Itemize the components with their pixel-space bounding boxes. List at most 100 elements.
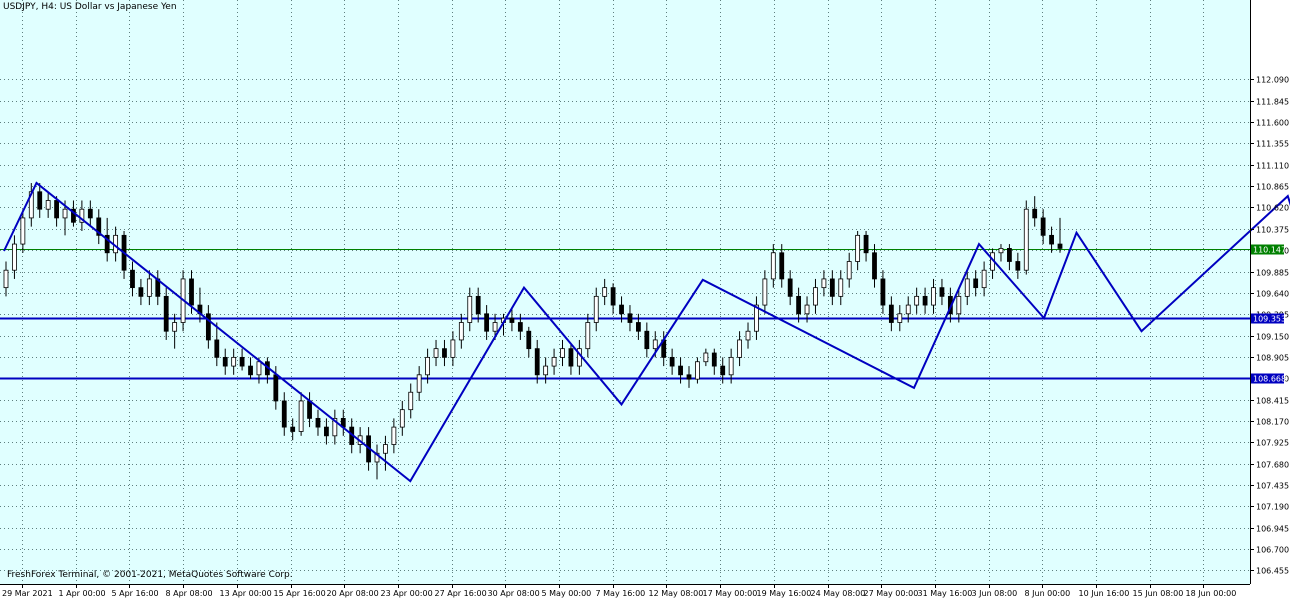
y-tick-label: 108.905 xyxy=(1256,354,1289,363)
y-tick-label: 109.640 xyxy=(1256,290,1289,299)
price-marker-label: 109.353 xyxy=(1253,315,1286,324)
candle-body xyxy=(914,295,920,306)
candle-body xyxy=(956,295,962,315)
candle-body xyxy=(829,278,835,297)
candle-body xyxy=(821,278,827,289)
candle-body xyxy=(644,330,650,350)
candle-body xyxy=(1040,217,1046,236)
candle-body xyxy=(534,348,540,376)
candle-body xyxy=(813,287,818,306)
candle-body xyxy=(1032,208,1038,219)
y-tick-label: 110.375 xyxy=(1256,226,1289,235)
y-tick-label: 106.455 xyxy=(1256,567,1289,576)
candle-body xyxy=(602,287,608,297)
y-tick-label: 107.435 xyxy=(1256,482,1289,491)
candle-body xyxy=(981,269,987,289)
candle-body xyxy=(568,348,574,367)
y-tick-label: 111.110 xyxy=(1256,162,1289,171)
candle-body xyxy=(627,313,633,323)
candle-body xyxy=(281,400,287,428)
y-tick-label: 106.700 xyxy=(1256,546,1289,555)
candle-body xyxy=(1015,261,1021,271)
candle-body xyxy=(551,356,557,367)
candle-body xyxy=(973,278,979,289)
candle-body xyxy=(669,356,675,367)
candle-body xyxy=(163,295,169,332)
candle-body xyxy=(298,400,304,432)
candle-body xyxy=(846,261,852,280)
price-chart[interactable]: 106.455 106.700 106.945 107.190 107.435 107.6… xyxy=(0,0,1290,600)
x-tick-label: 20 Apr 08:00 xyxy=(327,589,379,598)
y-tick-label: 106.945 xyxy=(1256,525,1289,534)
x-tick-label: 17 May 00:00 xyxy=(703,589,758,598)
candle-body xyxy=(54,200,59,219)
candle-body xyxy=(256,361,262,376)
candle-body xyxy=(416,374,422,393)
candle-body xyxy=(484,313,490,332)
x-tick-label: 10 Jun 16:00 xyxy=(1079,589,1130,598)
candle-body xyxy=(307,400,312,419)
x-tick-label: 27 Apr 16:00 xyxy=(435,589,487,598)
y-tick-label: 108.170 xyxy=(1256,418,1289,427)
x-tick-label: 30 Apr 08:00 xyxy=(488,589,540,598)
x-tick-label: 13 Apr 00:00 xyxy=(220,589,272,598)
candle-body xyxy=(610,287,616,306)
x-tick-label: 19 May 16:00 xyxy=(757,589,812,598)
candle-body xyxy=(796,295,802,315)
candle-body xyxy=(804,304,810,315)
candle-body xyxy=(695,361,700,380)
y-tick-label: 110.865 xyxy=(1256,183,1289,192)
candle-body xyxy=(239,356,245,367)
candle-body xyxy=(863,234,869,254)
candle-body xyxy=(222,356,228,367)
candle-body xyxy=(408,391,414,411)
candle-body xyxy=(838,278,844,297)
x-tick-label: 18 Jun 00:00 xyxy=(1186,589,1237,598)
x-tick-label: 27 May 00:00 xyxy=(864,589,919,598)
candle-body xyxy=(450,339,456,358)
x-tick-label: 12 May 08:00 xyxy=(649,589,704,598)
candle-body xyxy=(231,356,237,367)
y-tick-label: 112.090 xyxy=(1256,76,1289,85)
y-tick-label: 107.925 xyxy=(1256,439,1289,448)
candle-body xyxy=(560,348,565,358)
candle-body xyxy=(475,295,481,315)
candle-body xyxy=(872,252,877,280)
candle-body xyxy=(391,426,397,445)
candle-body xyxy=(146,278,152,297)
candle-body xyxy=(897,313,903,323)
y-tick-label: 111.600 xyxy=(1256,119,1289,128)
candle-body xyxy=(1007,248,1012,262)
candle-body xyxy=(130,269,135,289)
candle-body xyxy=(12,243,17,271)
y-tick-label: 110.620 xyxy=(1256,204,1289,213)
candle-body xyxy=(636,322,641,332)
candle-body xyxy=(922,295,928,306)
candle-body xyxy=(526,330,532,350)
candle-body xyxy=(779,252,785,280)
x-tick-label: 3 Jun 08:00 xyxy=(972,589,1018,598)
x-tick-label: 15 Apr 16:00 xyxy=(274,589,326,598)
candle-body xyxy=(62,208,68,219)
x-tick-label: 5 Apr 16:00 xyxy=(112,589,159,598)
candle-body xyxy=(686,374,692,380)
y-tick-label: 111.355 xyxy=(1256,140,1289,149)
copyright-text: FreshForex Terminal, © 2001-2021, MetaQu… xyxy=(7,570,293,580)
x-tick-label: 31 May 16:00 xyxy=(918,589,973,598)
candle-body xyxy=(737,339,742,358)
candle-body xyxy=(492,322,498,332)
candle-body xyxy=(888,304,894,323)
candle-body xyxy=(762,278,768,306)
candle-body xyxy=(720,365,726,376)
candle-body xyxy=(543,365,549,376)
candle-body xyxy=(399,409,405,428)
price-marker-label: 110.147 xyxy=(1253,246,1286,255)
candle-body xyxy=(728,356,734,376)
candle-body xyxy=(1049,234,1054,245)
candle-body xyxy=(745,330,751,341)
chart-window: 106.455 106.700 106.945 107.190 107.435 107.6… xyxy=(0,0,1290,600)
candle-body xyxy=(652,339,658,350)
candle-body xyxy=(905,304,911,315)
candle-body xyxy=(290,426,296,432)
candle-body xyxy=(273,374,279,402)
